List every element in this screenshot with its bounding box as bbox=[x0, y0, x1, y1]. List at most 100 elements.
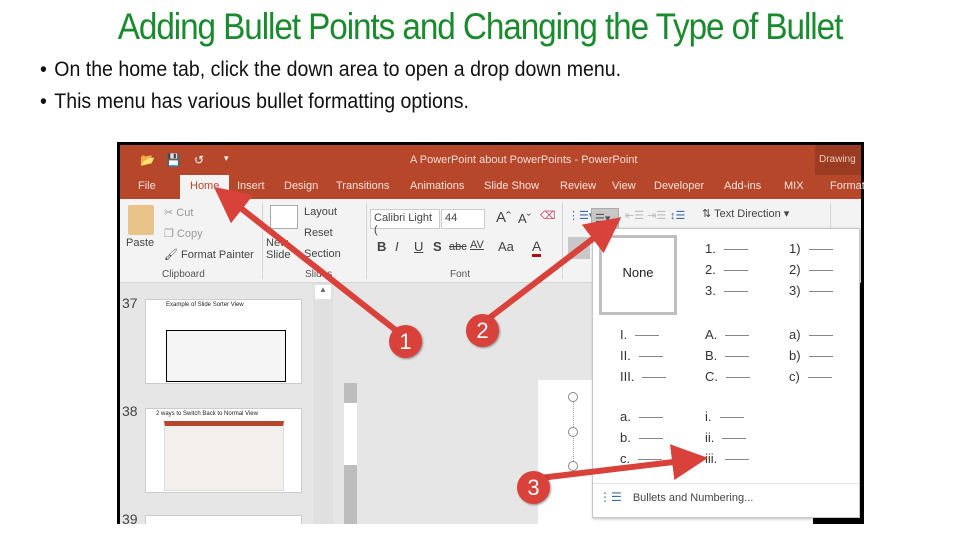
resize-handle[interactable] bbox=[568, 427, 578, 437]
text-direction-label: Text Direction bbox=[714, 208, 781, 220]
change-case-button[interactable]: Aa bbox=[498, 239, 514, 254]
numbering-dropdown-button[interactable]: ☰▾ bbox=[591, 208, 619, 230]
bullets-and-numbering-menu-item[interactable]: ⋮☰ Bullets and Numbering... bbox=[599, 490, 753, 504]
undo-icon[interactable]: ↺ bbox=[194, 153, 204, 167]
callout-badge: 2 bbox=[466, 314, 499, 347]
customize-icon[interactable]: ▾ bbox=[224, 153, 229, 164]
option-row: b. bbox=[620, 427, 698, 448]
numbering-option-alpha-lower-period[interactable]: a. b. c. bbox=[620, 406, 698, 486]
numbering-icon: ☰▾ bbox=[595, 213, 611, 225]
thumbnail-number: 37 bbox=[122, 295, 138, 311]
thumbnail-image bbox=[166, 330, 286, 382]
option-row: 2) bbox=[789, 259, 864, 280]
new-slide-button[interactable]: New Slide bbox=[266, 237, 300, 261]
tab-transitions[interactable]: Transitions bbox=[336, 180, 389, 192]
callout-badge: 3 bbox=[517, 471, 550, 504]
italic-button[interactable]: I bbox=[395, 239, 399, 254]
paste-icon[interactable] bbox=[128, 205, 154, 235]
option-row: III. bbox=[620, 366, 698, 387]
font-color-button[interactable]: A bbox=[532, 238, 542, 257]
cut-button[interactable]: ✂ Cut bbox=[164, 206, 193, 219]
slide-thumbnail[interactable]: 2 ways to Switch Back to Normal View bbox=[145, 408, 302, 493]
shrink-font-button[interactable]: Aˇ bbox=[518, 211, 531, 226]
slide-thumbnail[interactable]: Example of Slide Sorter View bbox=[145, 299, 302, 384]
numbering-option-arabic-period[interactable]: 1. 2. 3. bbox=[705, 238, 783, 318]
tab-file[interactable]: File bbox=[138, 180, 156, 192]
font-name-select[interactable]: Calibri Light ( bbox=[370, 209, 440, 236]
reset-button[interactable]: Reset bbox=[304, 227, 333, 239]
slide-title: Adding Bullet Points and Changing the Ty… bbox=[117, 6, 844, 47]
slide-thumbnail-pane: 37 Example of Slide Sorter View 38 2 way… bbox=[120, 283, 313, 524]
tab-format[interactable]: Format bbox=[830, 180, 864, 192]
open-icon[interactable]: 📂 bbox=[140, 153, 155, 167]
callout-badge: 1 bbox=[389, 325, 422, 358]
thumbnail-scrollbar[interactable]: ▲ bbox=[313, 283, 333, 524]
option-row: 1) bbox=[789, 238, 864, 259]
grow-font-button[interactable]: Aˆ bbox=[496, 209, 511, 226]
layout-button[interactable]: Layout bbox=[304, 206, 337, 218]
shadow-button[interactable]: S bbox=[433, 239, 442, 254]
vertical-ruler bbox=[344, 383, 357, 524]
paste-button[interactable]: Paste bbox=[126, 237, 154, 249]
strikethrough-button[interactable]: abc bbox=[449, 241, 467, 253]
tab-view[interactable]: View bbox=[612, 180, 636, 192]
align-left-button[interactable] bbox=[568, 237, 590, 259]
new-slide-icon[interactable] bbox=[270, 205, 298, 229]
bullets-and-numbering-label: Bullets and Numbering... bbox=[632, 492, 754, 504]
bullet-item: This menu has various bullet formatting … bbox=[40, 90, 621, 114]
tab-slide-show[interactable]: Slide Show bbox=[484, 180, 539, 192]
option-row: 1. bbox=[705, 238, 783, 259]
tab-mix[interactable]: MIX bbox=[784, 180, 804, 192]
save-icon[interactable]: 💾 bbox=[166, 153, 181, 167]
section-button[interactable]: Section bbox=[304, 248, 341, 260]
bullets-and-numbering-icon: ⋮☰ bbox=[599, 490, 622, 504]
tab-review[interactable]: Review bbox=[560, 180, 596, 192]
numbering-option-roman-upper[interactable]: I. II. III. bbox=[620, 324, 698, 404]
option-row: C. bbox=[705, 366, 783, 387]
thumbnail-title: Example of Slide Sorter View bbox=[166, 302, 244, 308]
title-bar: 📂 💾 ↺ ▾ A PowerPoint about PowerPoints -… bbox=[120, 145, 861, 202]
option-row: a. bbox=[620, 406, 698, 427]
tab-design[interactable]: Design bbox=[284, 180, 318, 192]
tab-home[interactable]: Home bbox=[180, 175, 230, 199]
bold-button[interactable]: B bbox=[377, 239, 386, 254]
character-spacing-button[interactable]: AV bbox=[470, 239, 484, 251]
numbering-library-menu: None 1. 2. 3. 1) 2) 3) I. II. III. A. B.… bbox=[592, 228, 860, 518]
option-row: ii. bbox=[705, 427, 783, 448]
option-row: 3) bbox=[789, 280, 864, 301]
tab-animations[interactable]: Animations bbox=[410, 180, 464, 192]
option-row: II. bbox=[620, 345, 698, 366]
bullet-list: On the home tab, click the down area to … bbox=[40, 58, 665, 122]
indent-buttons[interactable]: ⇤☰ ⇥☰ bbox=[625, 209, 666, 222]
group-label-font: Font bbox=[450, 269, 471, 280]
numbering-option-alpha-lower-paren[interactable]: a) b) c) bbox=[789, 324, 864, 404]
option-row: c) bbox=[789, 366, 864, 387]
tab-insert[interactable]: Insert bbox=[237, 180, 265, 192]
resize-handle[interactable] bbox=[568, 461, 578, 471]
numbering-option-alpha-upper[interactable]: A. B. C. bbox=[705, 324, 783, 404]
numbering-option-arabic-paren[interactable]: 1) 2) 3) bbox=[789, 238, 864, 318]
tab-add-ins[interactable]: Add-ins bbox=[724, 180, 761, 192]
thumbnail-number: 39 bbox=[122, 511, 138, 524]
group-label-clipboard: Clipboard bbox=[162, 269, 205, 280]
thumbnail-number: 38 bbox=[122, 403, 138, 419]
divider bbox=[262, 203, 263, 279]
line-spacing-button[interactable]: ↕☰ bbox=[670, 209, 685, 222]
scroll-up-icon[interactable]: ▲ bbox=[315, 285, 331, 299]
divider bbox=[562, 203, 563, 279]
divider bbox=[593, 483, 859, 484]
font-size-select[interactable]: 44 bbox=[441, 209, 485, 229]
underline-button[interactable]: U bbox=[414, 239, 423, 254]
numbering-option-none[interactable]: None bbox=[599, 235, 677, 315]
divider bbox=[366, 203, 367, 279]
copy-button[interactable]: ❐ Copy bbox=[164, 227, 203, 240]
resize-handle[interactable] bbox=[568, 392, 578, 402]
thumbnail-image bbox=[164, 421, 284, 491]
slide-thumbnail[interactable] bbox=[145, 515, 302, 524]
numbering-option-roman-lower[interactable]: i. ii. iii. bbox=[705, 406, 783, 486]
option-row: I. bbox=[620, 324, 698, 345]
tab-developer[interactable]: Developer bbox=[654, 180, 704, 192]
text-direction-button[interactable]: ⇅ Text Direction ▾ bbox=[702, 207, 789, 220]
format-painter-button[interactable]: 🖌 Format Painter bbox=[164, 248, 254, 261]
clear-formatting-icon[interactable]: ⌫ bbox=[540, 209, 556, 222]
